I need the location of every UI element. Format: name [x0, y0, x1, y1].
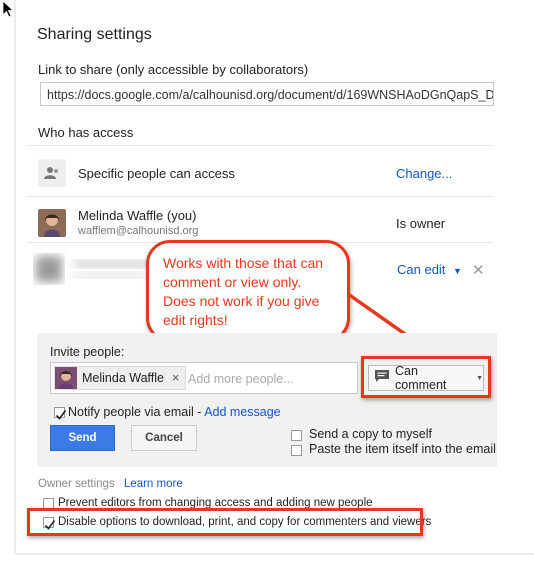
- chevron-down-icon: ▼: [453, 266, 462, 276]
- notify-checkbox[interactable]: [54, 407, 67, 420]
- invitee-chip: Melinda Waffle ×: [54, 366, 187, 390]
- owner-avatar: [38, 209, 66, 237]
- divider: [27, 196, 493, 197]
- remove-collaborator-icon[interactable]: ✕: [472, 261, 485, 279]
- change-access-link[interactable]: Change...: [396, 166, 452, 181]
- permission-highlight: [361, 356, 491, 398]
- copy-myself-label: Send a copy to myself: [309, 427, 432, 441]
- divider: [27, 145, 493, 146]
- notify-label: Notify people via email -: [68, 405, 202, 419]
- owner-role: Is owner: [396, 216, 446, 231]
- invite-label: Invite people:: [50, 345, 125, 359]
- owner-name: Melinda Waffle (you): [78, 208, 197, 223]
- invitee-name: Melinda Waffle: [82, 371, 164, 385]
- group-icon: [38, 159, 66, 187]
- who-has-access-label: Who has access: [38, 125, 134, 140]
- paste-item-label: Paste the item itself into the email: [309, 442, 496, 456]
- editor-role-label: Can edit: [397, 262, 446, 277]
- add-people-input[interactable]: Add more people...: [188, 372, 294, 386]
- owner-email: wafflem@calhounisd.org: [78, 225, 199, 237]
- remove-invitee-icon[interactable]: ×: [172, 371, 179, 385]
- dialog-title: Sharing settings: [37, 26, 152, 43]
- editor-role-dropdown[interactable]: Can edit ▼: [397, 262, 462, 277]
- invitee-avatar: [55, 367, 77, 389]
- send-button[interactable]: Send: [50, 425, 115, 451]
- share-link-field[interactable]: https://docs.google.com/a/calhounisd.org…: [40, 82, 494, 106]
- learn-more-link[interactable]: Learn more: [124, 478, 183, 490]
- disable-download-highlight: [27, 508, 423, 536]
- copy-myself-checkbox[interactable]: [291, 430, 302, 441]
- add-message-link[interactable]: Add message: [204, 405, 280, 419]
- link-label: Link to share (only accessible by collab…: [38, 62, 309, 77]
- general-access-text: Specific people can access: [78, 166, 235, 181]
- owner-settings-row: Owner settings Learn more: [38, 478, 183, 490]
- owner-settings-label: Owner settings: [38, 478, 115, 490]
- checkmark-icon: [55, 410, 67, 420]
- cancel-button[interactable]: Cancel: [131, 425, 197, 451]
- paste-item-checkbox[interactable]: [291, 445, 302, 456]
- callout-bubble: Works with those that can comment or vie…: [146, 240, 350, 342]
- mouse-cursor-icon: [2, 0, 15, 18]
- notify-label-row: Notify people via email - Add message: [68, 405, 281, 419]
